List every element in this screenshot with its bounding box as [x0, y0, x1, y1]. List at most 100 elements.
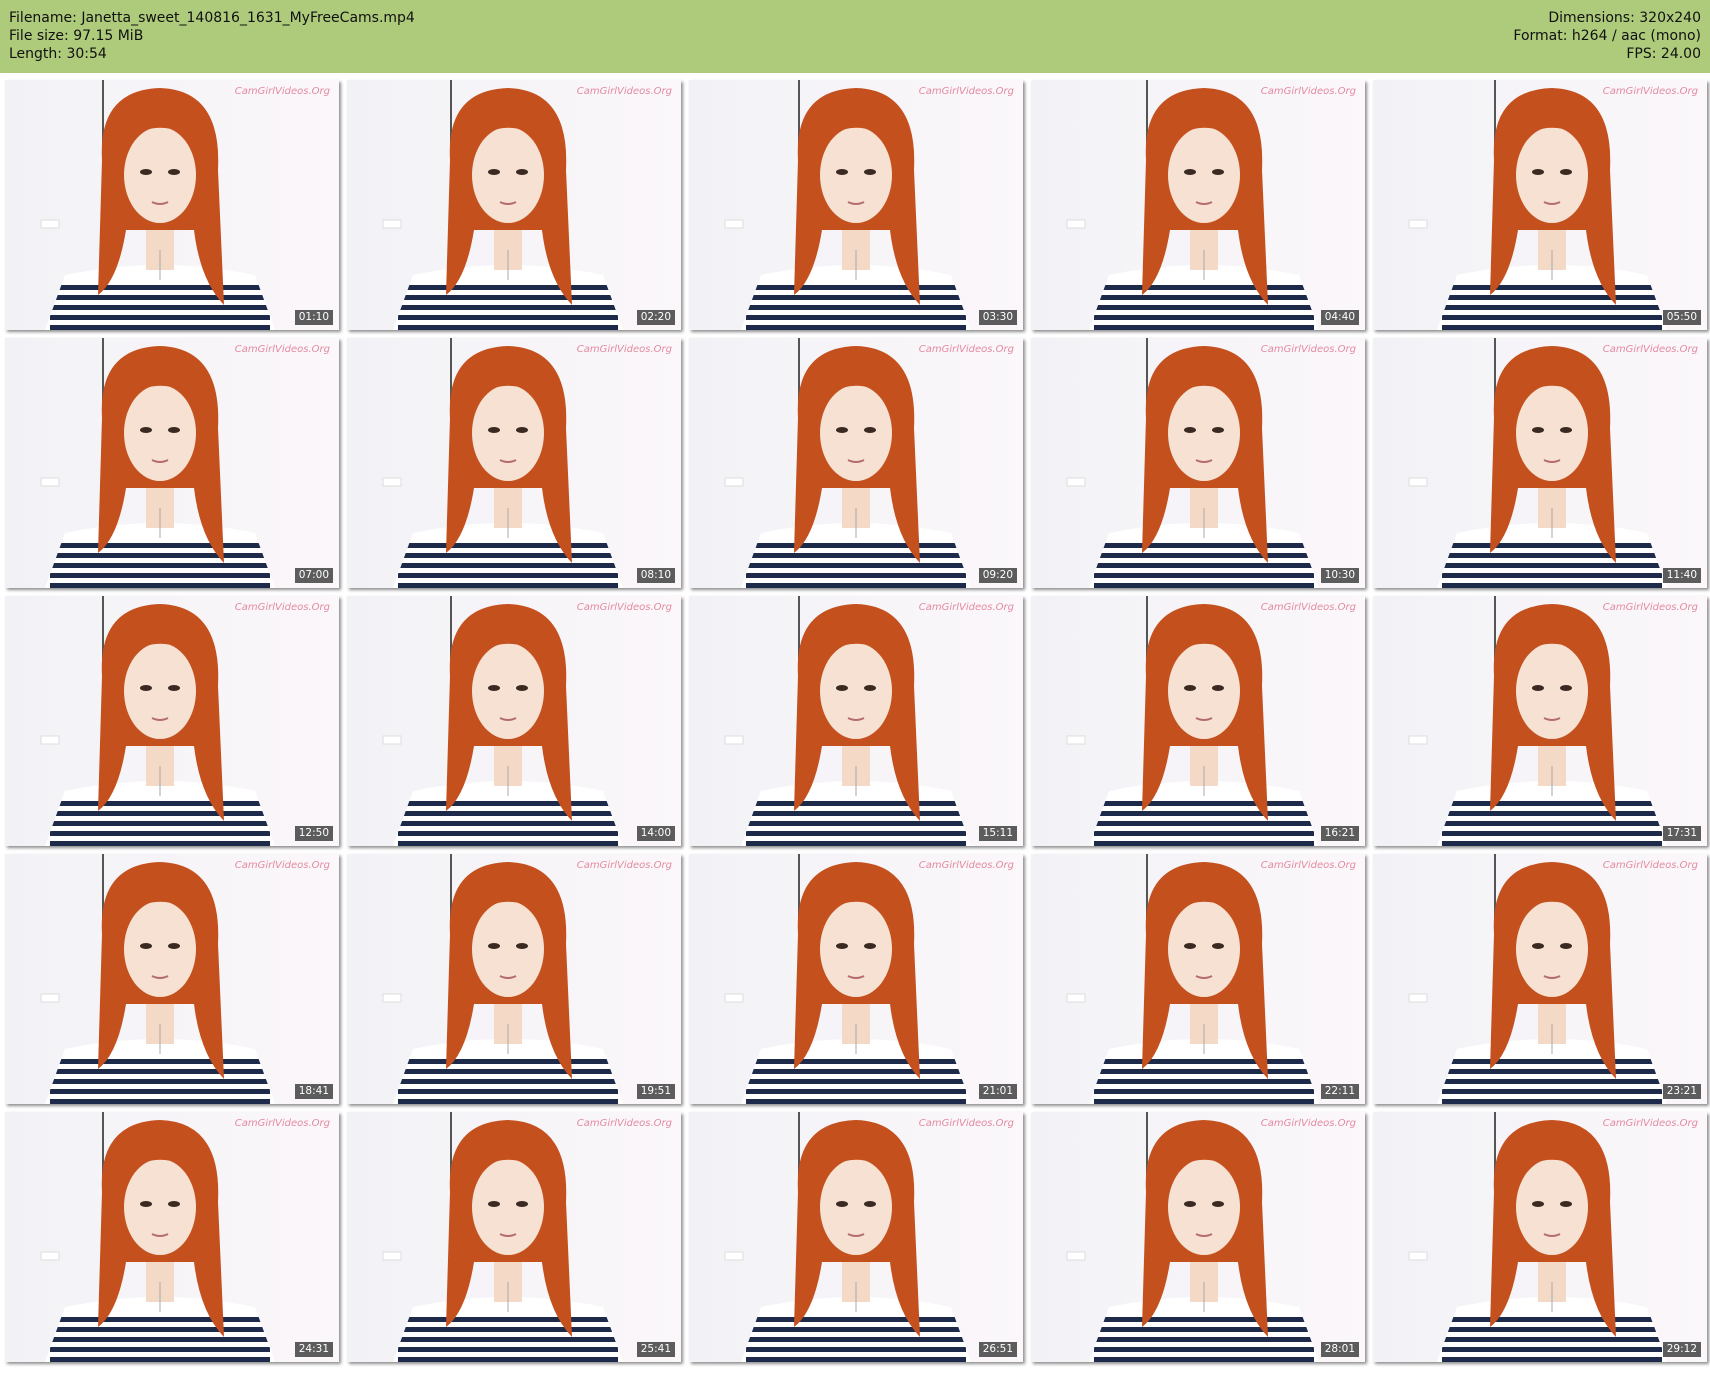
- watermark-text: CamGirlVideos.Org: [1261, 860, 1356, 871]
- frame-timestamp: 12:50: [294, 826, 333, 841]
- frame-timestamp: 02:20: [636, 310, 675, 325]
- filename-label: Filename:: [9, 10, 77, 26]
- dimensions-value: 320x240: [1639, 10, 1701, 26]
- media-info: Dimensions: 320x240 Format: h264 / aac (…: [1513, 9, 1701, 63]
- frame-timestamp: 23:21: [1662, 1084, 1701, 1099]
- frame-timestamp: 15:11: [978, 826, 1017, 841]
- video-frame-thumbnail[interactable]: CamGirlVideos.Org 19:51: [347, 854, 681, 1104]
- video-frame-thumbnail[interactable]: CamGirlVideos.Org 07:00: [5, 338, 339, 588]
- video-frame-thumbnail[interactable]: CamGirlVideos.Org 11:40: [1373, 338, 1707, 588]
- dimensions-label: Dimensions:: [1548, 10, 1635, 26]
- frame-timestamp: 19:51: [636, 1084, 675, 1099]
- video-frame-thumbnail[interactable]: CamGirlVideos.Org 10:30: [1031, 338, 1365, 588]
- video-frame-thumbnail[interactable]: CamGirlVideos.Org 29:12: [1373, 1112, 1707, 1362]
- video-frame-thumbnail[interactable]: CamGirlVideos.Org 08:10: [347, 338, 681, 588]
- video-frame-thumbnail[interactable]: CamGirlVideos.Org 21:01: [689, 854, 1023, 1104]
- video-frame-thumbnail[interactable]: CamGirlVideos.Org 14:00: [347, 596, 681, 846]
- video-frame-thumbnail[interactable]: CamGirlVideos.Org 22:11: [1031, 854, 1365, 1104]
- watermark-text: CamGirlVideos.Org: [1261, 1118, 1356, 1129]
- watermark-text: CamGirlVideos.Org: [235, 860, 330, 871]
- frame-timestamp: 22:11: [1320, 1084, 1359, 1099]
- watermark-text: CamGirlVideos.Org: [235, 1118, 330, 1129]
- watermark-text: CamGirlVideos.Org: [1261, 86, 1356, 97]
- watermark-text: CamGirlVideos.Org: [577, 602, 672, 613]
- frame-image: CamGirlVideos.Org: [1031, 854, 1365, 1104]
- frame-timestamp: 01:10: [294, 310, 333, 325]
- watermark-text: CamGirlVideos.Org: [577, 86, 672, 97]
- filesize-label: File size:: [9, 28, 69, 44]
- frame-timestamp: 26:51: [978, 1342, 1017, 1357]
- frame-image: CamGirlVideos.Org: [689, 596, 1023, 846]
- video-frame-thumbnail[interactable]: CamGirlVideos.Org 01:10: [5, 80, 339, 330]
- dimensions-row: Dimensions: 320x240: [1513, 9, 1701, 27]
- video-frame-thumbnail[interactable]: CamGirlVideos.Org 12:50: [5, 596, 339, 846]
- frame-image: CamGirlVideos.Org: [347, 854, 681, 1104]
- frame-image: CamGirlVideos.Org: [347, 596, 681, 846]
- watermark-text: CamGirlVideos.Org: [577, 1118, 672, 1129]
- frame-image: CamGirlVideos.Org: [347, 1112, 681, 1362]
- video-frame-thumbnail[interactable]: CamGirlVideos.Org 09:20: [689, 338, 1023, 588]
- fps-label: FPS:: [1626, 46, 1657, 62]
- format-row: Format: h264 / aac (mono): [1513, 27, 1701, 45]
- frame-timestamp: 16:21: [1320, 826, 1359, 841]
- watermark-text: CamGirlVideos.Org: [1603, 1118, 1698, 1129]
- watermark-text: CamGirlVideos.Org: [577, 344, 672, 355]
- frame-image: CamGirlVideos.Org: [1373, 596, 1707, 846]
- watermark-text: CamGirlVideos.Org: [919, 860, 1014, 871]
- frame-timestamp: 03:30: [978, 310, 1017, 325]
- watermark-text: CamGirlVideos.Org: [919, 86, 1014, 97]
- frame-timestamp: 14:00: [636, 826, 675, 841]
- watermark-text: CamGirlVideos.Org: [919, 344, 1014, 355]
- watermark-text: CamGirlVideos.Org: [235, 86, 330, 97]
- watermark-text: CamGirlVideos.Org: [919, 602, 1014, 613]
- length-row: Length: 30:54: [9, 45, 415, 63]
- frame-timestamp: 10:30: [1320, 568, 1359, 583]
- video-frame-thumbnail[interactable]: CamGirlVideos.Org 26:51: [689, 1112, 1023, 1362]
- frame-timestamp: 04:40: [1320, 310, 1359, 325]
- filesize-value: 97.15 MiB: [73, 28, 144, 44]
- fps-value: 24.00: [1660, 46, 1701, 62]
- frame-timestamp: 08:10: [636, 568, 675, 583]
- video-frame-thumbnail[interactable]: CamGirlVideos.Org 02:20: [347, 80, 681, 330]
- watermark-text: CamGirlVideos.Org: [235, 344, 330, 355]
- filename-value: Janetta_sweet_140816_1631_MyFreeCams.mp4: [81, 10, 415, 26]
- length-label: Length:: [9, 46, 63, 62]
- video-frame-thumbnail[interactable]: CamGirlVideos.Org 25:41: [347, 1112, 681, 1362]
- frame-timestamp: 17:31: [1662, 826, 1701, 841]
- frame-image: CamGirlVideos.Org: [1031, 596, 1365, 846]
- video-frame-thumbnail[interactable]: CamGirlVideos.Org 03:30: [689, 80, 1023, 330]
- length-value: 30:54: [66, 46, 107, 62]
- video-frame-thumbnail[interactable]: CamGirlVideos.Org 15:11: [689, 596, 1023, 846]
- video-frame-thumbnail[interactable]: CamGirlVideos.Org 24:31: [5, 1112, 339, 1362]
- video-frame-thumbnail[interactable]: CamGirlVideos.Org 18:41: [5, 854, 339, 1104]
- frame-image: CamGirlVideos.Org: [5, 1112, 339, 1362]
- fps-row: FPS: 24.00: [1513, 45, 1701, 63]
- frame-image: CamGirlVideos.Org: [1373, 854, 1707, 1104]
- video-frame-thumbnail[interactable]: CamGirlVideos.Org 16:21: [1031, 596, 1365, 846]
- watermark-text: CamGirlVideos.Org: [919, 1118, 1014, 1129]
- watermark-text: CamGirlVideos.Org: [1261, 344, 1356, 355]
- frame-timestamp: 09:20: [978, 568, 1017, 583]
- frame-timestamp: 21:01: [978, 1084, 1017, 1099]
- frame-image: CamGirlVideos.Org: [1373, 80, 1707, 330]
- frame-image: CamGirlVideos.Org: [689, 80, 1023, 330]
- frame-image: CamGirlVideos.Org: [5, 854, 339, 1104]
- video-frame-thumbnail[interactable]: CamGirlVideos.Org 23:21: [1373, 854, 1707, 1104]
- frame-image: CamGirlVideos.Org: [347, 338, 681, 588]
- video-frame-thumbnail[interactable]: CamGirlVideos.Org 05:50: [1373, 80, 1707, 330]
- info-header: Filename: Janetta_sweet_140816_1631_MyFr…: [0, 0, 1710, 73]
- video-frame-thumbnail[interactable]: CamGirlVideos.Org 04:40: [1031, 80, 1365, 330]
- format-label: Format:: [1513, 28, 1568, 44]
- frame-timestamp: 05:50: [1662, 310, 1701, 325]
- frame-timestamp: 24:31: [294, 1342, 333, 1357]
- frame-image: CamGirlVideos.Org: [689, 338, 1023, 588]
- frame-image: CamGirlVideos.Org: [5, 596, 339, 846]
- frame-image: CamGirlVideos.Org: [1373, 338, 1707, 588]
- video-frame-thumbnail[interactable]: CamGirlVideos.Org 28:01: [1031, 1112, 1365, 1362]
- thumbnail-grid: CamGirlVideos.Org 01:10 CamGirlVideos.Or…: [5, 80, 1707, 1362]
- frame-timestamp: 07:00: [294, 568, 333, 583]
- watermark-text: CamGirlVideos.Org: [577, 860, 672, 871]
- video-frame-thumbnail[interactable]: CamGirlVideos.Org 17:31: [1373, 596, 1707, 846]
- watermark-text: CamGirlVideos.Org: [1603, 602, 1698, 613]
- frame-image: CamGirlVideos.Org: [689, 1112, 1023, 1362]
